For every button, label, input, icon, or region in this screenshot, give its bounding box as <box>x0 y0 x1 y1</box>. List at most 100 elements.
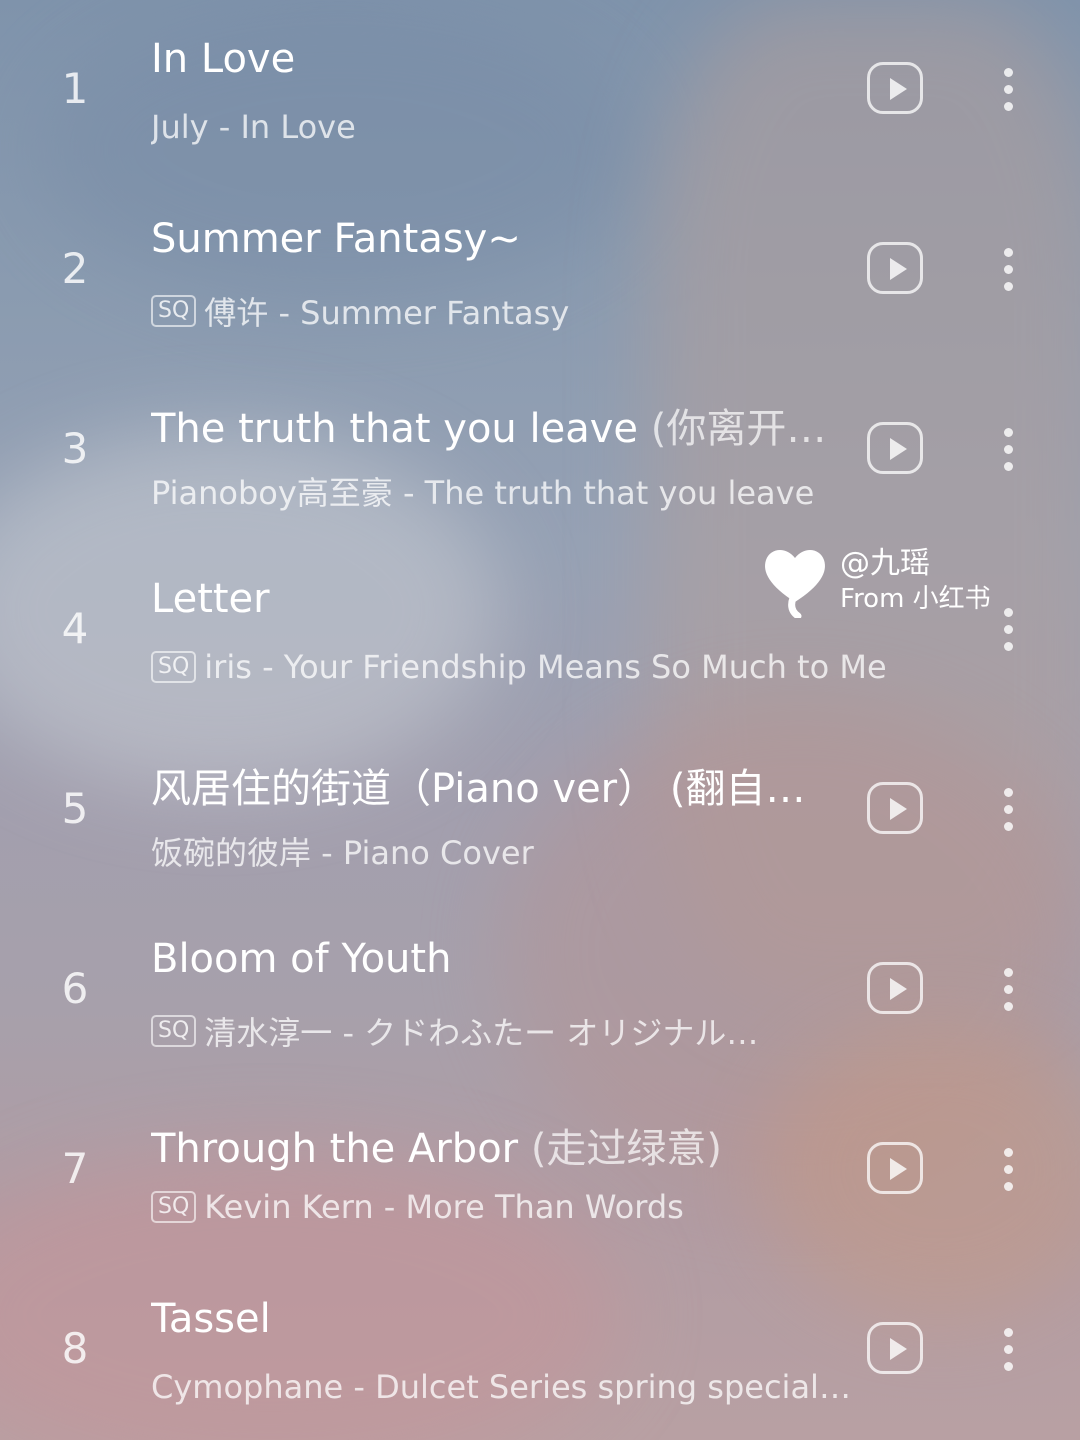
play-button[interactable] <box>867 782 923 834</box>
song-title-main: Letter <box>151 576 270 622</box>
heart-logo-icon <box>765 549 825 618</box>
song-artist-album: Cymophane - Dulcet Series spring special… <box>151 1368 911 1406</box>
play-button[interactable] <box>867 242 923 294</box>
track-number: 2 <box>61 244 89 293</box>
track-number: 6 <box>61 964 89 1013</box>
dot <box>1004 805 1013 814</box>
track-number: 7 <box>61 1144 89 1193</box>
dot <box>1004 1148 1013 1157</box>
song-title-extra: (你离开… <box>650 406 827 452</box>
screen: 1 In Love July - In Love 2 Summer Fantas… <box>0 0 1080 1440</box>
song-row[interactable]: 5 风居住的街道（Piano ver） (翻自… 饭碗的彼岸 - Piano C… <box>0 720 1080 900</box>
play-icon <box>890 438 907 460</box>
track-number: 1 <box>61 64 89 113</box>
dot <box>1004 625 1013 634</box>
song-title-main: Bloom of Youth <box>151 936 452 982</box>
more-options-button[interactable] <box>996 422 1020 478</box>
play-icon <box>890 258 907 280</box>
dot <box>1004 788 1013 797</box>
sq-badge: SQ <box>151 1191 197 1223</box>
song-row[interactable]: 2 Summer Fantasy~ SQ 傅许 - Summer Fantasy <box>0 180 1080 360</box>
sq-badge: SQ <box>151 295 197 327</box>
watermark-source: From 小红书 <box>840 584 991 614</box>
song-title: Summer Fantasy~ <box>151 216 851 262</box>
dot <box>1004 1328 1013 1337</box>
play-icon <box>890 78 907 100</box>
song-artist-album: 饭碗的彼岸 - Piano Cover <box>151 828 911 874</box>
play-button[interactable] <box>867 422 923 474</box>
song-title: The truth that you leave (你离开… <box>151 396 851 454</box>
artist-album-text: 饭碗的彼岸 - Piano Cover <box>151 834 534 872</box>
artist-album-text: 傅许 - Summer Fantasy <box>204 294 570 332</box>
dot <box>1004 822 1013 831</box>
dot <box>1004 968 1013 977</box>
dot <box>1004 265 1013 274</box>
dot <box>1004 282 1013 291</box>
dot <box>1004 1182 1013 1191</box>
song-row[interactable]: 3 The truth that you leave (你离开… Pianobo… <box>0 360 1080 540</box>
dot <box>1004 248 1013 257</box>
more-options-button[interactable] <box>996 62 1020 118</box>
song-artist-album: SQ 清水淳一 - クドわふたー オリジナル… <box>151 1008 911 1054</box>
dot <box>1004 1362 1013 1371</box>
artist-album-text: Pianoboy高至豪 - The truth that you leave <box>151 474 815 512</box>
artist-album-text: 清水淳一 - クドわふたー オリジナル… <box>204 1014 759 1052</box>
dot <box>1004 68 1013 77</box>
song-artist-album: Pianoboy高至豪 - The truth that you leave <box>151 468 911 514</box>
dot <box>1004 445 1013 454</box>
more-options-button[interactable] <box>996 962 1020 1018</box>
dot <box>1004 985 1013 994</box>
track-number: 8 <box>61 1324 89 1373</box>
play-icon <box>890 1338 907 1360</box>
track-number: 4 <box>61 604 89 653</box>
song-row[interactable]: 8 Tassel Cymophane - Dulcet Series sprin… <box>0 1260 1080 1440</box>
dot <box>1004 102 1013 111</box>
track-number: 5 <box>61 784 89 833</box>
play-icon <box>890 798 907 820</box>
song-title: 风居住的街道（Piano ver） (翻自… <box>151 756 851 814</box>
more-options-button[interactable] <box>996 1322 1020 1378</box>
more-options-button[interactable] <box>996 1142 1020 1198</box>
song-artist-album: July - In Love <box>151 108 911 146</box>
dot <box>1004 1165 1013 1174</box>
song-title: Letter <box>151 576 851 622</box>
play-button[interactable] <box>867 1142 923 1194</box>
artist-album-text: July - In Love <box>151 108 356 146</box>
artist-album-text: iris - Your Friendship Means So Much to … <box>204 648 887 686</box>
song-artist-album: SQ iris - Your Friendship Means So Much t… <box>151 648 911 686</box>
more-options-button[interactable] <box>996 782 1020 838</box>
dot <box>1004 462 1013 471</box>
song-title-main: 风居住的街道（Piano ver） (翻自… <box>151 766 806 812</box>
dot <box>1004 428 1013 437</box>
song-title: In Love <box>151 36 851 82</box>
song-title: Tassel <box>151 1296 851 1342</box>
song-row[interactable]: 6 Bloom of Youth SQ 清水淳一 - クドわふたー オリジナル… <box>0 900 1080 1080</box>
dot <box>1004 1345 1013 1354</box>
song-title: Bloom of Youth <box>151 936 851 982</box>
play-button[interactable] <box>867 962 923 1014</box>
song-row[interactable]: 7 Through the Arbor (走过绿意) SQ Kevin Kern … <box>0 1080 1080 1260</box>
song-row[interactable]: 1 In Love July - In Love <box>0 0 1080 180</box>
play-button[interactable] <box>867 1322 923 1374</box>
song-title-main: The truth that you leave <box>151 406 651 452</box>
play-button[interactable] <box>867 62 923 114</box>
dot <box>1004 642 1013 651</box>
song-artist-album: SQ Kevin Kern - More Than Words <box>151 1188 911 1226</box>
watermark-user: @九瑶 <box>840 546 930 581</box>
more-options-button[interactable] <box>996 242 1020 298</box>
song-title-main: Summer Fantasy~ <box>151 216 521 262</box>
song-title-extra: (走过绿意) <box>530 1126 723 1172</box>
song-title: Through the Arbor (走过绿意) <box>151 1116 851 1174</box>
watermark: @九瑶 From 小红书 <box>760 538 1020 618</box>
song-list: 1 In Love July - In Love 2 Summer Fantas… <box>0 0 1080 1440</box>
sq-badge: SQ <box>151 1015 197 1047</box>
dot <box>1004 1002 1013 1011</box>
play-icon <box>890 1158 907 1180</box>
song-title-main: Through the Arbor <box>151 1126 531 1172</box>
song-artist-album: SQ 傅许 - Summer Fantasy <box>151 288 911 334</box>
artist-album-text: Cymophane - Dulcet Series spring special… <box>151 1368 851 1406</box>
play-icon <box>890 978 907 1000</box>
dot <box>1004 85 1013 94</box>
song-title-main: In Love <box>151 36 296 82</box>
track-number: 3 <box>61 424 89 473</box>
